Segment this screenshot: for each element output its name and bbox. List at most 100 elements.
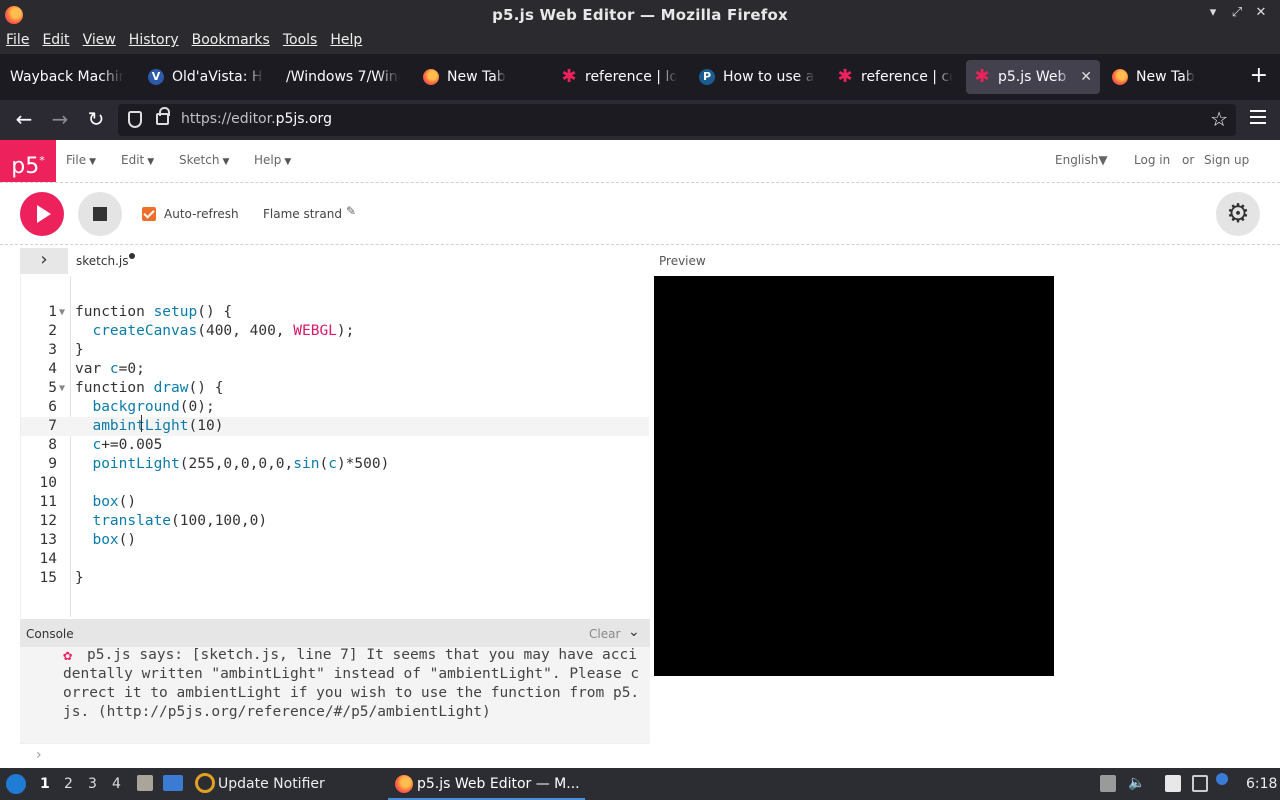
- console-clear-button[interactable]: Clear: [589, 627, 620, 641]
- auto-refresh-label[interactable]: Auto-refresh: [164, 207, 239, 221]
- menu-bar: File Edit View History Bookmarks Tools H…: [0, 30, 1280, 54]
- menu-history[interactable]: History: [129, 30, 186, 54]
- code-line[interactable]: 1 ▼ function setup() {: [21, 303, 649, 322]
- code-text: }: [75, 342, 84, 358]
- workspace-3[interactable]: 3: [88, 776, 97, 792]
- p5-menu-help[interactable]: Help ▼: [254, 153, 291, 167]
- code-line[interactable]: 8 c+=0.005: [21, 436, 649, 455]
- language-selector[interactable]: English▼: [1055, 153, 1108, 167]
- code-line[interactable]: 5 ▼ function draw() {: [21, 379, 649, 398]
- signup-link[interactable]: Sign up: [1204, 153, 1249, 167]
- minimize-icon[interactable]: ▾: [1204, 5, 1222, 20]
- reload-icon[interactable]: ↻: [84, 108, 108, 132]
- line-number: 3: [48, 342, 57, 358]
- lock-icon[interactable]: [156, 107, 170, 125]
- close-window-icon[interactable]: ✕: [1252, 5, 1270, 20]
- tab-reference-co[interactable]: ✱ reference | co: [829, 60, 961, 94]
- code-line[interactable]: 4 var c=0;: [21, 360, 649, 379]
- url-text[interactable]: https://editor.p5js.org: [181, 111, 332, 127]
- p5-menu-sketch[interactable]: Sketch ▼: [179, 153, 229, 167]
- tab-windows7[interactable]: /Windows 7/Wind: [278, 60, 408, 94]
- code-editor[interactable]: 1 ▼ function setup() {2 createCanvas(400, …: [20, 276, 650, 617]
- p5-menu-edit[interactable]: Edit ▼: [121, 153, 154, 167]
- new-tab-plus-icon[interactable]: +: [1250, 65, 1268, 87]
- console-input[interactable]: ›: [20, 743, 650, 768]
- stop-button[interactable]: [78, 192, 122, 236]
- tray-volume-icon[interactable]: 🔈: [1128, 775, 1145, 792]
- workspace-2[interactable]: 2: [64, 776, 73, 792]
- line-number: 6: [48, 399, 57, 415]
- pencil-icon[interactable]: ✎: [346, 204, 356, 218]
- oldavista-icon: V: [148, 69, 164, 85]
- update-notifier-icon[interactable]: [195, 773, 215, 793]
- tab-reference-load[interactable]: ✱ reference | loa: [553, 60, 685, 94]
- menu-help[interactable]: Help: [330, 30, 369, 54]
- code-line[interactable]: 6 background(0);: [21, 398, 649, 417]
- update-notifier-task[interactable]: Update Notifier: [218, 776, 325, 792]
- menu-edit[interactable]: Edit: [42, 30, 76, 54]
- preview-canvas[interactable]: [654, 276, 1054, 676]
- play-button[interactable]: [20, 192, 64, 236]
- code-line[interactable]: 7 ambintLight(10): [21, 417, 649, 436]
- or-text: or: [1182, 153, 1195, 167]
- show-desktop-icon[interactable]: [163, 775, 183, 791]
- tray-clipboard-icon[interactable]: [1165, 775, 1181, 792]
- code-line[interactable]: 14: [21, 550, 649, 569]
- code-text: pointLight(255,0,0,0,0,sin(c)*500): [92, 456, 390, 472]
- console-title: Console: [26, 627, 74, 641]
- menu-bookmarks[interactable]: Bookmarks: [192, 30, 277, 54]
- menu-view[interactable]: View: [83, 30, 123, 54]
- code-line[interactable]: 10: [21, 474, 649, 493]
- tab-newtab-1[interactable]: New Tab: [415, 60, 545, 94]
- tray-display-icon[interactable]: [1192, 775, 1208, 792]
- tab-p5-editor[interactable]: ✱ p5.js Web E ✕: [966, 60, 1100, 94]
- window-controls: ▾ ⤢ ✕: [1204, 5, 1270, 20]
- code-line[interactable]: 3}: [21, 341, 649, 360]
- sketch-toolbar: Auto-refresh Flame strand ✎ ⚙: [0, 183, 1280, 245]
- firefox-task-button[interactable]: p5.js Web Editor — M...: [388, 768, 585, 800]
- tab-wayback[interactable]: Wayback Machine: [2, 60, 132, 94]
- auto-refresh-checkbox[interactable]: [142, 207, 156, 221]
- tab-how-to-use[interactable]: P How to use as: [691, 60, 823, 94]
- tray-storage-icon[interactable]: [1100, 775, 1116, 792]
- bookmark-star-icon[interactable]: ☆: [1210, 107, 1228, 131]
- sketch-name[interactable]: Flame strand: [263, 207, 342, 221]
- code-line[interactable]: 13 box(): [21, 531, 649, 550]
- tab-oldavista[interactable]: V Old'aVista: Ho: [140, 60, 272, 94]
- code-line[interactable]: 2 createCanvas(400, 400, WEBGL);: [21, 322, 649, 341]
- expand-sidebar-chevron-icon[interactable]: ›: [20, 248, 68, 274]
- tray-info-icon[interactable]: [1216, 773, 1228, 785]
- close-tab-icon[interactable]: ✕: [1080, 69, 1092, 85]
- text-cursor: [141, 415, 142, 432]
- code-line[interactable]: 11 box(): [21, 493, 649, 512]
- url-bar[interactable]: https://editor.p5js.org ☆: [118, 104, 1236, 136]
- code-line[interactable]: 9 pointLight(255,0,0,0,0,sin(c)*500): [21, 455, 649, 474]
- hamburger-menu-icon[interactable]: [1250, 110, 1266, 128]
- settings-gear-icon[interactable]: ⚙: [1216, 192, 1260, 236]
- chevron-down-icon[interactable]: ⌄: [628, 624, 640, 640]
- shield-icon[interactable]: [128, 111, 142, 128]
- file-manager-icon[interactable]: [137, 775, 153, 791]
- menu-tools[interactable]: Tools: [283, 30, 325, 54]
- line-number: 4: [48, 361, 57, 377]
- maximize-icon[interactable]: ⤢: [1228, 5, 1246, 20]
- forward-arrow-icon[interactable]: →: [48, 108, 72, 132]
- menu-file[interactable]: File: [6, 30, 36, 54]
- code-line[interactable]: 12 translate(100,100,0): [21, 512, 649, 531]
- workspace-4[interactable]: 4: [112, 776, 121, 792]
- p5-star-icon: ✱: [974, 66, 990, 87]
- p5-menu-file[interactable]: File ▼: [66, 153, 96, 167]
- tab-newtab-2[interactable]: New Tab: [1104, 60, 1234, 94]
- fold-arrow-icon[interactable]: ▼: [59, 303, 65, 322]
- p5-logo[interactable]: p5*: [0, 140, 56, 182]
- file-tab-sketch-js[interactable]: sketch.js: [76, 254, 128, 268]
- start-menu-icon[interactable]: [6, 774, 26, 794]
- window-titlebar: p5.js Web Editor — Mozilla Firefox ▾ ⤢ ✕: [0, 0, 1280, 30]
- back-arrow-icon[interactable]: ←: [12, 108, 36, 132]
- code-text: createCanvas(400, 400, WEBGL);: [92, 323, 355, 339]
- workspace-1[interactable]: 1: [34, 770, 56, 798]
- code-text: box(): [92, 532, 137, 548]
- fold-arrow-icon[interactable]: ▼: [59, 379, 65, 398]
- code-line[interactable]: 15}: [21, 569, 649, 588]
- login-link[interactable]: Log in: [1134, 153, 1170, 167]
